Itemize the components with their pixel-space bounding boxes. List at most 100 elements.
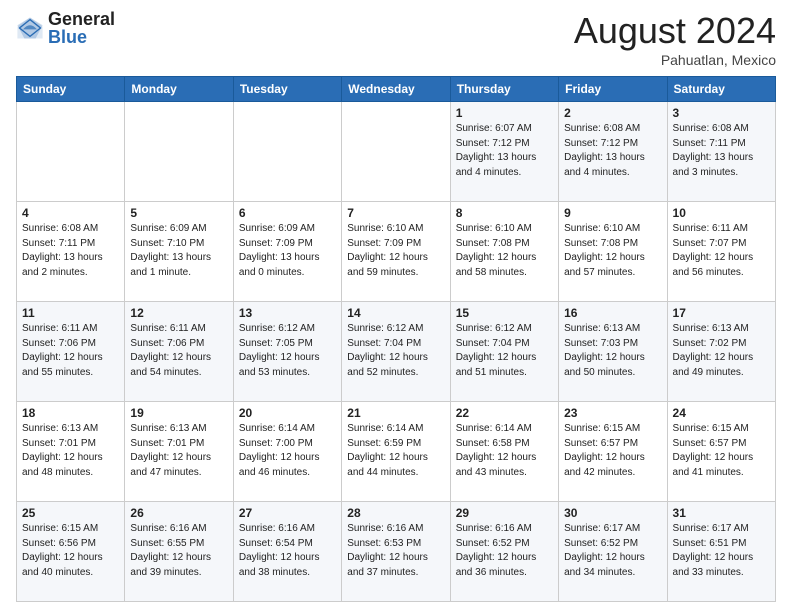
calendar-cell: 3 Sunrise: 6:08 AM Sunset: 7:11 PM Daylig… xyxy=(667,102,775,202)
day-number: 21 xyxy=(347,406,444,420)
day-info: Sunrise: 6:08 AM Sunset: 7:11 PM Dayligh… xyxy=(22,222,119,280)
header: General Blue August 2024 Pahuatlan, Mexi… xyxy=(16,10,776,68)
calendar-cell: 4 Sunrise: 6:08 AM Sunset: 7:11 PM Daylig… xyxy=(17,202,125,302)
day-info: Sunrise: 6:15 AM Sunset: 6:56 PM Dayligh… xyxy=(22,522,119,580)
day-info: Sunrise: 6:13 AM Sunset: 7:03 PM Dayligh… xyxy=(564,322,661,380)
day-header-wednesday: Wednesday xyxy=(342,77,450,102)
day-info: Sunrise: 6:08 AM Sunset: 7:11 PM Dayligh… xyxy=(673,122,770,180)
day-number: 27 xyxy=(239,506,336,520)
day-info: Sunrise: 6:12 AM Sunset: 7:04 PM Dayligh… xyxy=(347,322,444,380)
day-header-saturday: Saturday xyxy=(667,77,775,102)
day-info: Sunrise: 6:11 AM Sunset: 7:07 PM Dayligh… xyxy=(673,222,770,280)
calendar-cell xyxy=(125,102,233,202)
day-number: 18 xyxy=(22,406,119,420)
calendar-cell: 21 Sunrise: 6:14 AM Sunset: 6:59 PM Dayli… xyxy=(342,402,450,502)
calendar-cell: 26 Sunrise: 6:16 AM Sunset: 6:55 PM Dayli… xyxy=(125,502,233,602)
calendar-cell: 5 Sunrise: 6:09 AM Sunset: 7:10 PM Daylig… xyxy=(125,202,233,302)
day-info: Sunrise: 6:10 AM Sunset: 7:08 PM Dayligh… xyxy=(456,222,553,280)
calendar-week-4: 18 Sunrise: 6:13 AM Sunset: 7:01 PM Dayli… xyxy=(17,402,776,502)
calendar-cell: 20 Sunrise: 6:14 AM Sunset: 7:00 PM Dayli… xyxy=(233,402,341,502)
logo-general-text: General xyxy=(48,10,115,28)
day-number: 11 xyxy=(22,306,119,320)
calendar-cell: 14 Sunrise: 6:12 AM Sunset: 7:04 PM Dayli… xyxy=(342,302,450,402)
sub-title: Pahuatlan, Mexico xyxy=(574,52,776,68)
main-title: August 2024 xyxy=(574,10,776,52)
calendar-cell: 22Sunrise: 6:14 AM Sunset: 6:58 PM Dayli… xyxy=(450,402,558,502)
day-number: 24 xyxy=(673,406,770,420)
page: General Blue August 2024 Pahuatlan, Mexi… xyxy=(0,0,792,612)
day-header-tuesday: Tuesday xyxy=(233,77,341,102)
day-header-thursday: Thursday xyxy=(450,77,558,102)
calendar-cell: 29 Sunrise: 6:16 AM Sunset: 6:52 PM Dayli… xyxy=(450,502,558,602)
calendar-cell: 16 Sunrise: 6:13 AM Sunset: 7:03 PM Dayli… xyxy=(559,302,667,402)
day-number: 17 xyxy=(673,306,770,320)
day-header-monday: Monday xyxy=(125,77,233,102)
calendar-cell: 9Sunrise: 6:10 AM Sunset: 7:08 PM Daylig… xyxy=(559,202,667,302)
calendar-cell: 27 Sunrise: 6:16 AM Sunset: 6:54 PM Dayli… xyxy=(233,502,341,602)
calendar-cell: 18 Sunrise: 6:13 AM Sunset: 7:01 PM Dayli… xyxy=(17,402,125,502)
day-info: Sunrise: 6:13 AM Sunset: 7:01 PM Dayligh… xyxy=(130,422,227,480)
day-number: 13 xyxy=(239,306,336,320)
day-info: Sunrise: 6:13 AM Sunset: 7:02 PM Dayligh… xyxy=(673,322,770,380)
day-info: Sunrise: 6:14 AM Sunset: 7:00 PM Dayligh… xyxy=(239,422,336,480)
logo-blue-text: Blue xyxy=(48,28,115,46)
day-header-sunday: Sunday xyxy=(17,77,125,102)
day-info: Sunrise: 6:09 AM Sunset: 7:10 PM Dayligh… xyxy=(130,222,227,280)
day-info: Sunrise: 6:12 AM Sunset: 7:05 PM Dayligh… xyxy=(239,322,336,380)
day-number: 15 xyxy=(456,306,553,320)
day-info: Sunrise: 6:12 AM Sunset: 7:04 PM Dayligh… xyxy=(456,322,553,380)
calendar-cell: 11Sunrise: 6:11 AM Sunset: 7:06 PM Dayli… xyxy=(17,302,125,402)
calendar-cell: 17 Sunrise: 6:13 AM Sunset: 7:02 PM Dayli… xyxy=(667,302,775,402)
day-info: Sunrise: 6:16 AM Sunset: 6:52 PM Dayligh… xyxy=(456,522,553,580)
day-info: Sunrise: 6:16 AM Sunset: 6:55 PM Dayligh… xyxy=(130,522,227,580)
calendar-cell: 19 Sunrise: 6:13 AM Sunset: 7:01 PM Dayli… xyxy=(125,402,233,502)
day-number: 22 xyxy=(456,406,553,420)
logo: General Blue xyxy=(16,10,115,46)
day-number: 26 xyxy=(130,506,227,520)
calendar-cell xyxy=(342,102,450,202)
day-number: 29 xyxy=(456,506,553,520)
calendar-cell: 10 Sunrise: 6:11 AM Sunset: 7:07 PM Dayli… xyxy=(667,202,775,302)
calendar-cell: 25 Sunrise: 6:15 AM Sunset: 6:56 PM Dayli… xyxy=(17,502,125,602)
day-info: Sunrise: 6:10 AM Sunset: 7:08 PM Dayligh… xyxy=(564,222,661,280)
calendar-cell: 12Sunrise: 6:11 AM Sunset: 7:06 PM Dayli… xyxy=(125,302,233,402)
day-number: 19 xyxy=(130,406,227,420)
day-number: 14 xyxy=(347,306,444,320)
calendar-cell: 31Sunrise: 6:17 AM Sunset: 6:51 PM Dayli… xyxy=(667,502,775,602)
day-number: 7 xyxy=(347,206,444,220)
calendar: SundayMondayTuesdayWednesdayThursdayFrid… xyxy=(16,76,776,602)
calendar-cell: 6Sunrise: 6:09 AM Sunset: 7:09 PM Daylig… xyxy=(233,202,341,302)
calendar-cell: 13 Sunrise: 6:12 AM Sunset: 7:05 PM Dayli… xyxy=(233,302,341,402)
day-number: 31 xyxy=(673,506,770,520)
day-info: Sunrise: 6:17 AM Sunset: 6:52 PM Dayligh… xyxy=(564,522,661,580)
day-number: 25 xyxy=(22,506,119,520)
day-info: Sunrise: 6:16 AM Sunset: 6:54 PM Dayligh… xyxy=(239,522,336,580)
day-info: Sunrise: 6:11 AM Sunset: 7:06 PM Dayligh… xyxy=(130,322,227,380)
day-info: Sunrise: 6:15 AM Sunset: 6:57 PM Dayligh… xyxy=(673,422,770,480)
day-info: Sunrise: 6:14 AM Sunset: 6:59 PM Dayligh… xyxy=(347,422,444,480)
day-number: 20 xyxy=(239,406,336,420)
day-info: Sunrise: 6:08 AM Sunset: 7:12 PM Dayligh… xyxy=(564,122,661,180)
day-number: 30 xyxy=(564,506,661,520)
title-block: August 2024 Pahuatlan, Mexico xyxy=(574,10,776,68)
calendar-cell: 23Sunrise: 6:15 AM Sunset: 6:57 PM Dayli… xyxy=(559,402,667,502)
calendar-header-row: SundayMondayTuesdayWednesdayThursdayFrid… xyxy=(17,77,776,102)
day-number: 10 xyxy=(673,206,770,220)
day-number: 28 xyxy=(347,506,444,520)
calendar-cell: 2Sunrise: 6:08 AM Sunset: 7:12 PM Daylig… xyxy=(559,102,667,202)
day-number: 23 xyxy=(564,406,661,420)
day-number: 5 xyxy=(130,206,227,220)
day-number: 6 xyxy=(239,206,336,220)
day-number: 3 xyxy=(673,106,770,120)
calendar-week-1: 1Sunrise: 6:07 AM Sunset: 7:12 PM Daylig… xyxy=(17,102,776,202)
calendar-cell xyxy=(17,102,125,202)
calendar-cell: 24 Sunrise: 6:15 AM Sunset: 6:57 PM Dayli… xyxy=(667,402,775,502)
calendar-cell xyxy=(233,102,341,202)
day-info: Sunrise: 6:16 AM Sunset: 6:53 PM Dayligh… xyxy=(347,522,444,580)
day-number: 16 xyxy=(564,306,661,320)
logo-icon xyxy=(16,14,44,42)
calendar-cell: 28 Sunrise: 6:16 AM Sunset: 6:53 PM Dayli… xyxy=(342,502,450,602)
day-number: 4 xyxy=(22,206,119,220)
day-number: 8 xyxy=(456,206,553,220)
day-info: Sunrise: 6:13 AM Sunset: 7:01 PM Dayligh… xyxy=(22,422,119,480)
